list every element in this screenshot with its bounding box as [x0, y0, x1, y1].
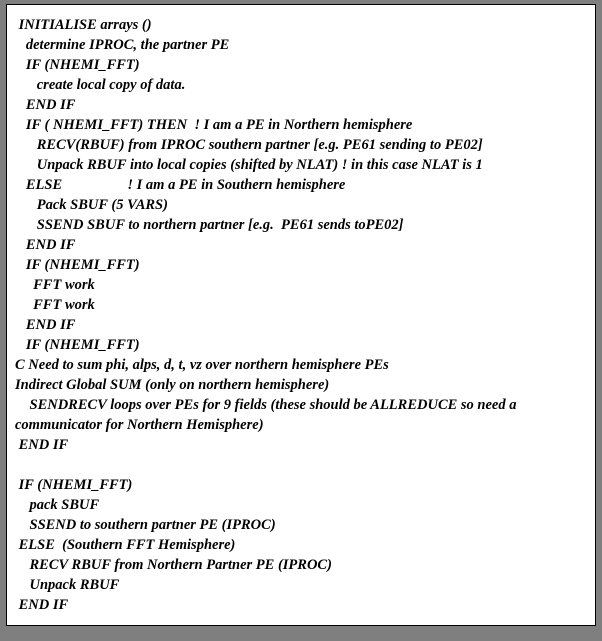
pseudocode-block: INITIALISE arrays () determine IPROC, th…: [15, 15, 587, 615]
code-page: INITIALISE arrays () determine IPROC, th…: [6, 4, 596, 626]
